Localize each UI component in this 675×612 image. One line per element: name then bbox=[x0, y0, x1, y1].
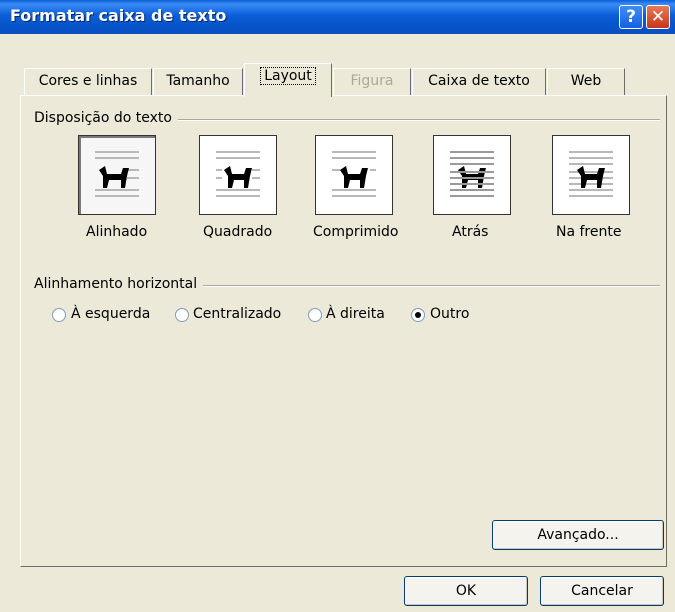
ok-button[interactable]: OK bbox=[404, 576, 528, 606]
align-right-label[interactable]: À direita bbox=[326, 306, 385, 322]
wrap-square-label: Quadrado bbox=[203, 224, 273, 240]
tab-web[interactable]: Web bbox=[547, 68, 625, 95]
wrap-behind-button[interactable] bbox=[433, 135, 511, 215]
wrap-behind-icon bbox=[450, 151, 494, 197]
advanced-button-label: Avançado... bbox=[537, 527, 619, 543]
wrap-behind-label: Atrás bbox=[452, 224, 489, 240]
help-button[interactable]: ? bbox=[619, 5, 643, 29]
tab-label: Tamanho bbox=[166, 73, 230, 89]
wrap-front-button[interactable] bbox=[552, 135, 630, 215]
align-right-radio[interactable] bbox=[308, 308, 322, 322]
ok-button-label: OK bbox=[455, 583, 477, 599]
wrap-front-icon bbox=[569, 151, 613, 197]
wrap-tight-icon bbox=[332, 151, 376, 197]
window-title: Formatar caixa de texto bbox=[10, 6, 227, 25]
title-bar[interactable]: Formatar caixa de texto ? ✕ bbox=[0, 0, 675, 34]
wrap-tight-button[interactable] bbox=[315, 135, 393, 215]
wrap-square-icon bbox=[216, 151, 260, 197]
wrap-square-button[interactable] bbox=[199, 135, 277, 215]
tab-layout[interactable]: Layout bbox=[244, 63, 332, 97]
tab-figura: Figura bbox=[333, 68, 411, 95]
tab-caixa-de-texto[interactable]: Caixa de texto bbox=[412, 68, 546, 95]
wrap-inline-button[interactable] bbox=[78, 135, 156, 215]
help-icon: ? bbox=[626, 7, 636, 27]
align-left-radio[interactable] bbox=[52, 308, 66, 322]
advanced-button[interactable]: Avançado... bbox=[492, 520, 664, 550]
align-left-label[interactable]: À esquerda bbox=[71, 306, 150, 322]
tab-label: Web bbox=[570, 73, 602, 89]
tab-label: Cores e linhas bbox=[38, 73, 138, 89]
wrap-inline-icon bbox=[95, 151, 139, 197]
format-text-box-dialog: Formatar caixa de texto ? ✕ Cores e linh… bbox=[0, 0, 675, 612]
align-center-radio[interactable] bbox=[175, 308, 189, 322]
tab-label: Layout bbox=[260, 67, 316, 85]
align-other-radio[interactable] bbox=[411, 308, 425, 322]
wrap-tight-label: Comprimido bbox=[313, 224, 399, 240]
align-center-label[interactable]: Centralizado bbox=[193, 306, 281, 322]
cancel-button[interactable]: Cancelar bbox=[540, 576, 664, 606]
wrapping-group-label: Disposição do texto bbox=[34, 110, 178, 126]
wrap-front-label: Na frente bbox=[556, 224, 622, 240]
close-icon: ✕ bbox=[650, 7, 666, 27]
wrap-inline-label: Alinhado bbox=[86, 224, 148, 240]
tab-label: Caixa de texto bbox=[428, 73, 530, 89]
tab-tamanho[interactable]: Tamanho bbox=[153, 68, 243, 95]
tab-label: Figura bbox=[350, 73, 394, 89]
align-other-label[interactable]: Outro bbox=[430, 306, 469, 322]
tab-cores-e-linhas[interactable]: Cores e linhas bbox=[24, 68, 152, 95]
close-button[interactable]: ✕ bbox=[646, 5, 670, 29]
alignment-group-label: Alinhamento horizontal bbox=[34, 276, 204, 292]
cancel-button-label: Cancelar bbox=[571, 583, 633, 599]
